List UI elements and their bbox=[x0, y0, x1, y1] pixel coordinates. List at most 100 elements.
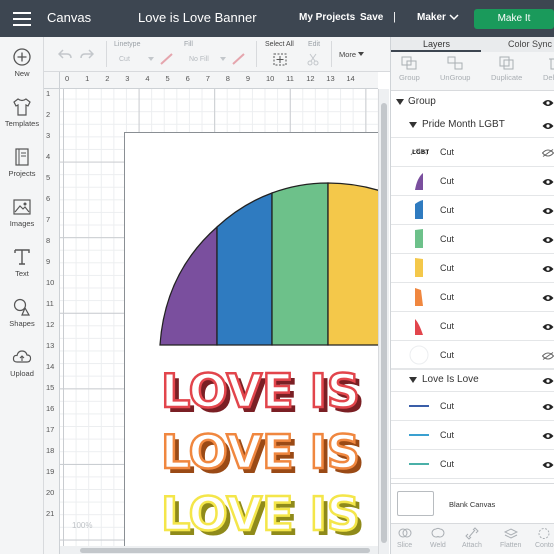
layer-thumbnail-purple bbox=[415, 173, 423, 190]
duplicate-button[interactable]: Duplicate bbox=[491, 56, 522, 82]
layer-item[interactable]: LGBT Cut bbox=[391, 138, 554, 167]
layer-subgroup-pride[interactable]: Pride Month LGBT bbox=[391, 114, 554, 138]
layer-item[interactable]: Cut bbox=[391, 312, 554, 341]
eye-icon[interactable] bbox=[542, 265, 554, 273]
undo-icon[interactable] bbox=[58, 48, 72, 60]
sidebar-item-text[interactable]: Text bbox=[0, 247, 44, 278]
make-it-button[interactable]: Make It bbox=[474, 9, 554, 29]
design-canvas[interactable]: LOVE IS LOVE LOVE IS LOVE LOVE IS LOVE L… bbox=[60, 89, 378, 554]
edit-label[interactable]: Edit bbox=[308, 41, 320, 48]
love-is-love-line-3[interactable]: LOVE IS LOVE bbox=[160, 486, 378, 543]
eye-icon[interactable] bbox=[542, 432, 554, 440]
eye-icon[interactable] bbox=[542, 178, 554, 186]
eye-icon[interactable] bbox=[542, 236, 554, 244]
blank-canvas-swatch[interactable] bbox=[397, 491, 434, 516]
caret-down-icon[interactable] bbox=[396, 99, 404, 105]
header-separator: | bbox=[393, 11, 396, 23]
ruler-left-tick: 7 bbox=[46, 215, 51, 224]
select-all-icon[interactable] bbox=[273, 53, 287, 66]
linetype-select[interactable]: Cut bbox=[119, 56, 130, 63]
fill-select[interactable]: No Fill bbox=[189, 56, 209, 63]
rainbow-stripes[interactable] bbox=[159, 182, 378, 346]
love-is-love-line-2[interactable]: LOVE IS LOVE bbox=[160, 424, 378, 481]
vertical-scroll-thumb[interactable] bbox=[381, 103, 387, 543]
layer-item[interactable]: Cut bbox=[391, 392, 554, 421]
layer-item[interactable]: Cut bbox=[391, 341, 554, 370]
layer-item[interactable]: Cut bbox=[391, 167, 554, 196]
machine-selector[interactable]: Maker bbox=[417, 12, 446, 23]
flatten-icon bbox=[503, 528, 518, 539]
love-is-love-line-1[interactable]: LOVE IS LOVE bbox=[160, 363, 378, 420]
hamburger-menu-icon[interactable] bbox=[13, 12, 31, 26]
redo-icon[interactable] bbox=[80, 48, 94, 60]
eye-icon[interactable] bbox=[542, 99, 554, 107]
slice-button[interactable]: Slice bbox=[397, 527, 412, 549]
caret-down-icon[interactable] bbox=[409, 377, 417, 383]
eye-icon[interactable] bbox=[542, 461, 554, 469]
sidebar-item-templates[interactable]: Templates bbox=[0, 97, 44, 128]
eye-hidden-icon[interactable] bbox=[542, 149, 554, 157]
eye-icon[interactable] bbox=[542, 403, 554, 411]
horizontal-scroll-thumb[interactable] bbox=[80, 548, 370, 553]
pen-color-icon[interactable] bbox=[160, 53, 174, 65]
ruler-top-tick: 9 bbox=[245, 74, 251, 83]
eye-icon[interactable] bbox=[542, 207, 554, 215]
ungroup-button[interactable]: UnGroup bbox=[440, 56, 470, 82]
chevron-down-icon[interactable] bbox=[220, 57, 226, 61]
rainbow-stripe-purple[interactable] bbox=[159, 225, 218, 346]
save-button[interactable]: Save bbox=[360, 12, 383, 23]
sidebar-item-new[interactable]: New bbox=[0, 47, 44, 78]
fill-color-icon[interactable] bbox=[232, 53, 246, 65]
horizontal-scrollbar[interactable] bbox=[60, 546, 378, 554]
eye-icon[interactable] bbox=[542, 122, 554, 130]
sidebar-item-label: Templates bbox=[4, 119, 40, 128]
text-t-icon bbox=[14, 249, 30, 265]
sidebar-item-upload[interactable]: Upload bbox=[0, 347, 44, 378]
layer-item-label: Cut bbox=[440, 350, 455, 360]
rainbow-stripe-green[interactable] bbox=[271, 182, 329, 346]
layer-item[interactable]: Cut bbox=[391, 283, 554, 312]
layer-subgroup-love[interactable]: Love Is Love bbox=[391, 368, 554, 392]
vertical-scrollbar[interactable] bbox=[378, 89, 389, 554]
eye-icon[interactable] bbox=[542, 323, 554, 331]
contour-button[interactable]: Conto bbox=[535, 527, 554, 549]
my-projects-link[interactable]: My Projects bbox=[299, 12, 355, 23]
layer-item[interactable]: Cut bbox=[391, 196, 554, 225]
eye-icon[interactable] bbox=[542, 377, 554, 385]
ruler-left-tick: 8 bbox=[46, 236, 51, 245]
tab-color-sync[interactable]: Color Sync bbox=[508, 39, 552, 49]
eye-hidden-icon[interactable] bbox=[542, 352, 554, 360]
tab-layers[interactable]: Layers bbox=[423, 39, 450, 49]
rainbow-stripe-yellow[interactable] bbox=[327, 182, 378, 346]
more-menu[interactable]: More bbox=[339, 50, 356, 59]
ruler-top-tick: 2 bbox=[105, 74, 110, 83]
layer-item[interactable]: Cut bbox=[391, 254, 554, 283]
layer-item[interactable]: Cut bbox=[391, 225, 554, 254]
sidebar-item-projects[interactable]: Projects bbox=[0, 147, 44, 178]
eye-icon[interactable] bbox=[542, 294, 554, 302]
flatten-button[interactable]: Flatten bbox=[500, 527, 521, 549]
chevron-down-icon[interactable] bbox=[449, 13, 459, 21]
ruler-top-tick: 7 bbox=[205, 74, 210, 83]
layer-group[interactable]: Group bbox=[391, 91, 554, 114]
select-all-label[interactable]: Select All bbox=[265, 41, 294, 48]
layer-thumbnail-blue bbox=[415, 200, 423, 219]
delete-button[interactable]: Delete bbox=[543, 56, 554, 82]
chevron-down-icon[interactable] bbox=[358, 52, 364, 56]
scissors-icon[interactable] bbox=[307, 53, 319, 66]
zoom-level[interactable]: 100% bbox=[72, 521, 92, 530]
weld-button[interactable]: Weld bbox=[430, 527, 446, 549]
chevron-down-icon[interactable] bbox=[148, 57, 154, 61]
blank-canvas-row[interactable]: Blank Canvas bbox=[391, 483, 554, 523]
layer-item[interactable]: Cut bbox=[391, 421, 554, 450]
attach-button[interactable]: Attach bbox=[462, 527, 482, 549]
design-artwork[interactable]: LOVE IS LOVE LOVE IS LOVE LOVE IS LOVE L… bbox=[125, 133, 378, 554]
sidebar-item-images[interactable]: Images bbox=[0, 197, 44, 228]
layer-item[interactable]: Cut bbox=[391, 450, 554, 479]
caret-down-icon[interactable] bbox=[409, 122, 417, 128]
ungroup-icon bbox=[447, 56, 463, 70]
rainbow-stripe-blue[interactable] bbox=[216, 192, 273, 346]
sidebar-item-shapes[interactable]: Shapes bbox=[0, 297, 44, 328]
artboard: LOVE IS LOVE LOVE IS LOVE LOVE IS LOVE L… bbox=[124, 132, 378, 554]
group-button[interactable]: Group bbox=[399, 56, 420, 82]
